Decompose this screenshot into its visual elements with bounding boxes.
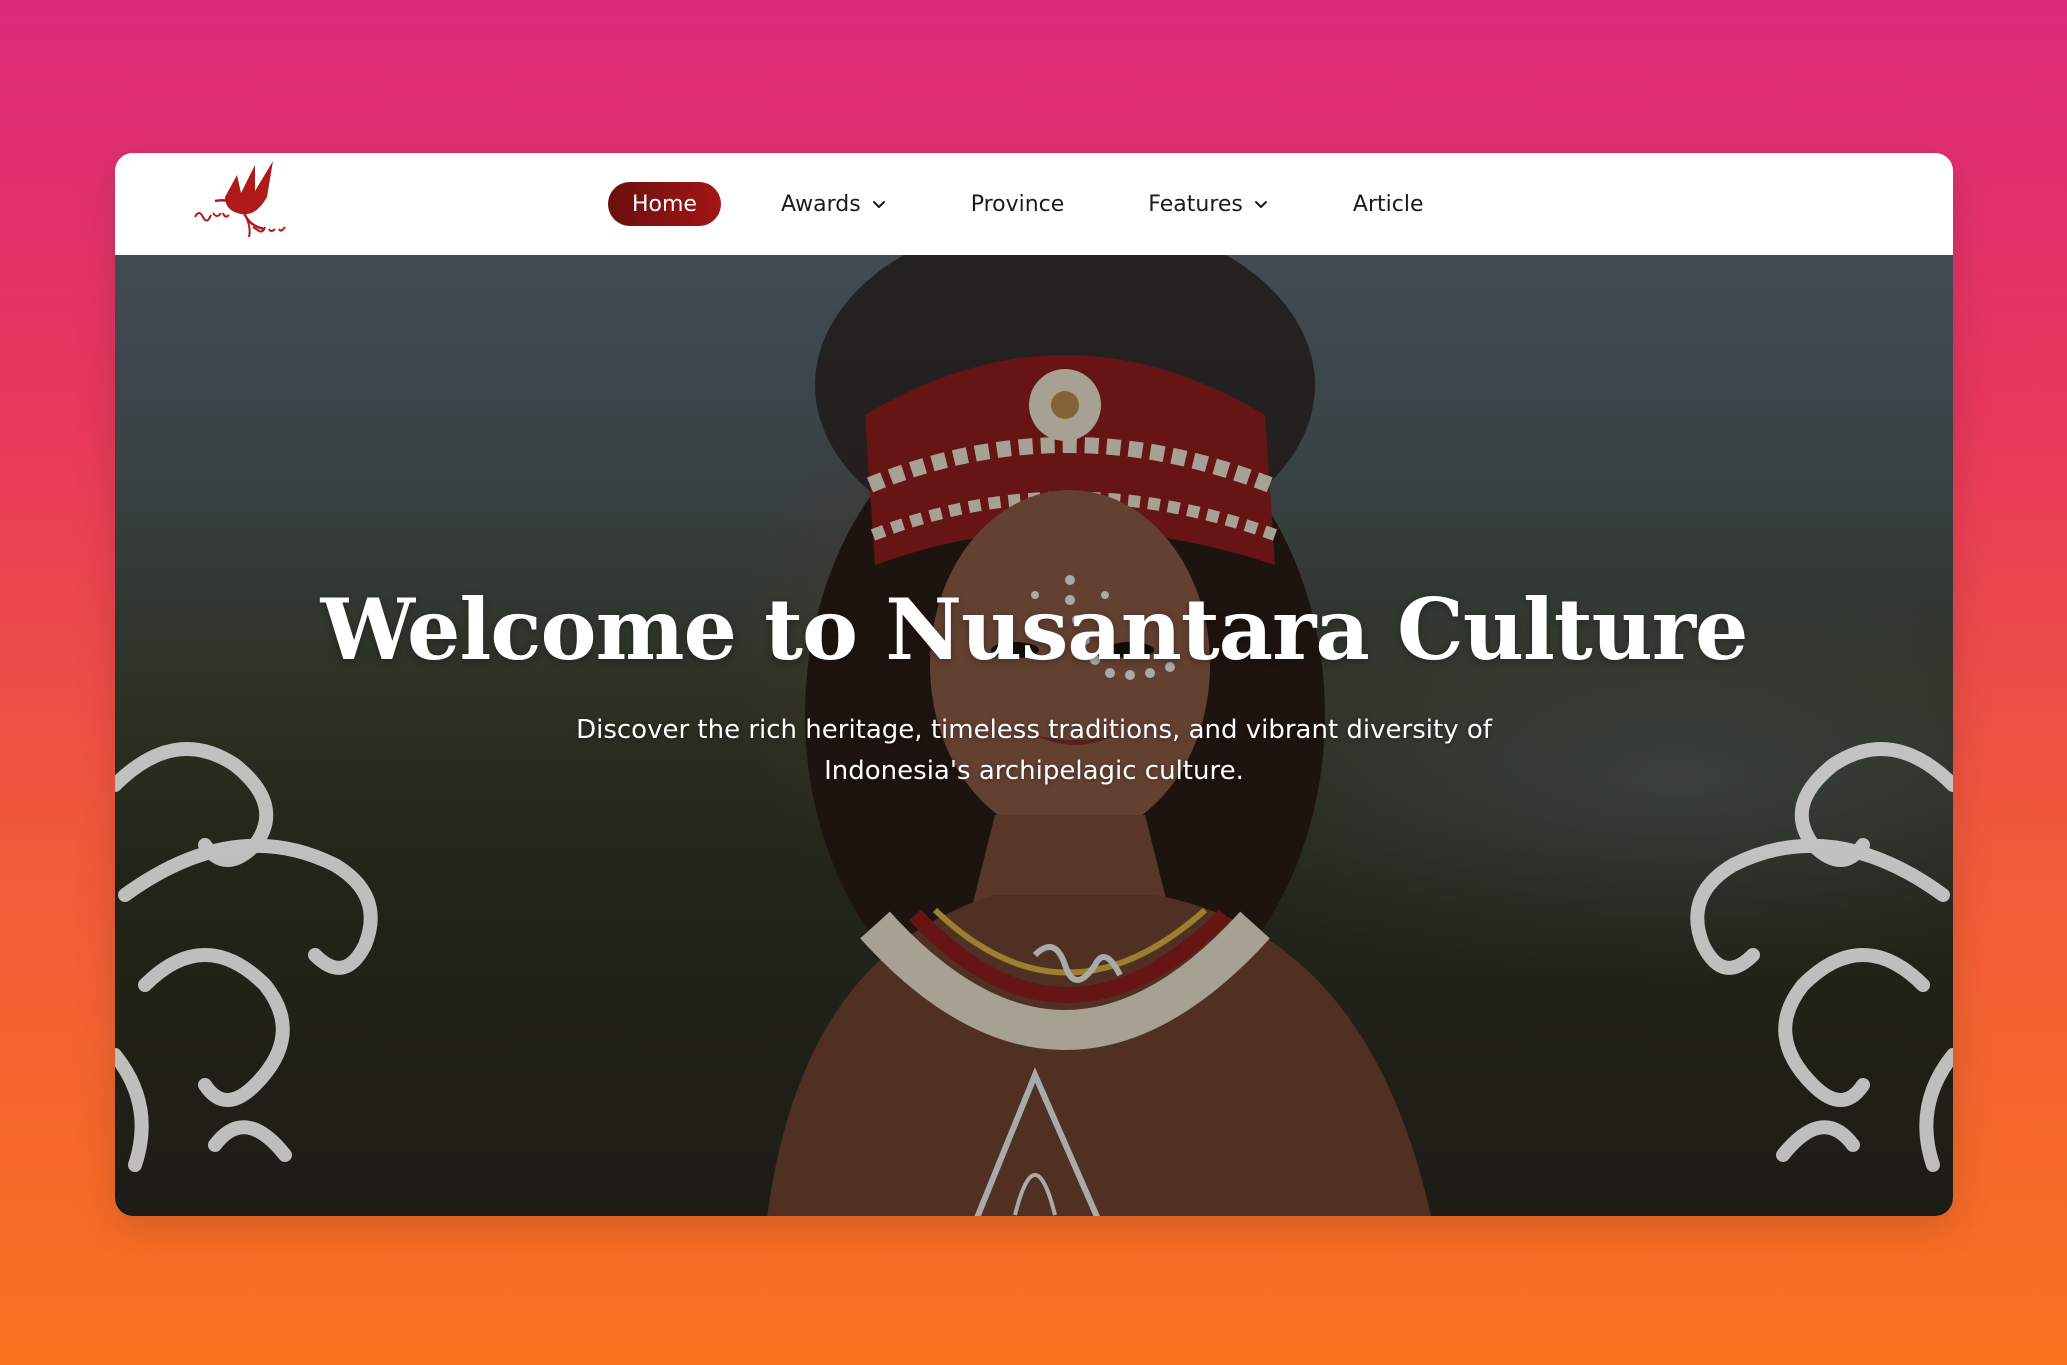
nav-home-label: Home (632, 191, 697, 217)
site-logo[interactable] (185, 157, 295, 245)
navbar: Home Awards Province Features Article (115, 153, 1953, 255)
hero-title: Welcome to Nusantara Culture (320, 580, 1749, 679)
ornament-right-icon (1690, 742, 1953, 1172)
nav-awards[interactable]: Awards (781, 182, 887, 226)
ornament-left-icon (115, 742, 378, 1172)
nav-home[interactable]: Home (608, 182, 721, 226)
nav-province-label: Province (970, 191, 1065, 217)
nav-article-label: Article (1352, 191, 1424, 217)
browser-window: Home Awards Province Features Article We… (115, 153, 1953, 1216)
hero-subtitle-line2: Indonesia's archipelagic culture. (824, 756, 1244, 786)
nav-province[interactable]: Province (971, 182, 1065, 226)
chevron-down-icon (1254, 201, 1267, 208)
hero-section: Welcome to Nusantara Culture Discover th… (115, 255, 1953, 1216)
nav-awards-label: Awards (780, 191, 861, 217)
hero-subtitle-line1: Discover the rich heritage, timeless tra… (576, 715, 1492, 745)
nusakula-logo-icon (194, 161, 286, 238)
nav-features-label: Features (1148, 191, 1243, 217)
chevron-down-icon (872, 201, 885, 208)
hero-subtitle: Discover the rich heritage, timeless tra… (115, 710, 1953, 792)
main-nav: Home Awards Province Features Article (608, 182, 1423, 226)
nav-features[interactable]: Features (1148, 182, 1269, 226)
nav-article[interactable]: Article (1353, 182, 1424, 226)
